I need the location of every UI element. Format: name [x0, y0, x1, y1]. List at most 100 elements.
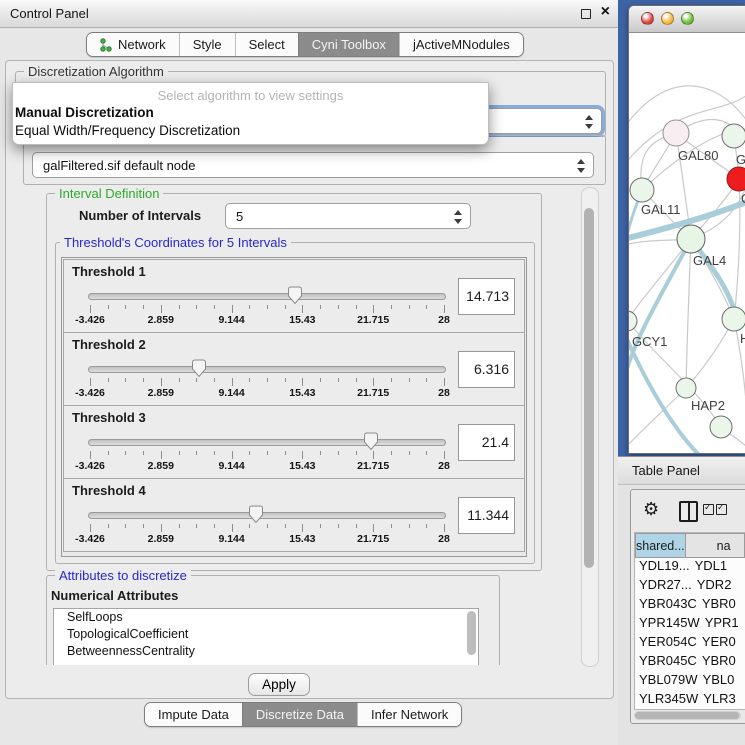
- column-header-na[interactable]: na: [686, 533, 745, 558]
- threshold-slider[interactable]: -3.4262.8599.14415.4321.71528: [88, 505, 446, 549]
- slider-track[interactable]: [88, 293, 446, 300]
- scrollbar-thumb[interactable]: [635, 712, 739, 719]
- attribute-item-selfloops[interactable]: SelfLoops: [54, 609, 478, 626]
- table-cell[interactable]: YDR27...: [635, 577, 692, 596]
- minimize-traffic-light-icon[interactable]: [661, 12, 674, 25]
- columns-icon[interactable]: [679, 501, 698, 522]
- tick-mark: [285, 524, 286, 528]
- table-row[interactable]: YER054CYER0: [635, 634, 745, 653]
- zoom-traffic-light-icon[interactable]: [681, 12, 694, 25]
- tick-mark: [214, 524, 215, 528]
- table-cell[interactable]: YPR1: [700, 615, 745, 634]
- threshold-value-field[interactable]: 14.713: [458, 278, 515, 315]
- table-cell[interactable]: YDR2: [692, 577, 745, 596]
- table-cell[interactable]: YBL079W: [635, 672, 698, 691]
- table-row[interactable]: YDR27...YDR2: [635, 577, 745, 596]
- scale-label: 21.715: [357, 387, 389, 399]
- tick-mark: [90, 305, 91, 313]
- slider-track[interactable]: [88, 512, 446, 519]
- popup-item-manual-discretization[interactable]: Manual Discretization: [15, 104, 486, 122]
- network-node[interactable]: [676, 378, 696, 398]
- table-cell[interactable]: YBR043C: [635, 596, 697, 615]
- table-cell[interactable]: YLR345W: [635, 691, 698, 710]
- table-cell[interactable]: YDL1: [690, 558, 745, 577]
- slider-track[interactable]: [88, 439, 446, 446]
- horizontal-scrollbar[interactable]: [634, 711, 741, 720]
- tab-select[interactable]: Select: [235, 33, 298, 56]
- table-data-combo[interactable]: galFiltered.sif default node: [32, 152, 594, 178]
- network-canvas[interactable]: GAL80GACGAL11GAL4GCY1HHAP2: [629, 33, 745, 454]
- table-row[interactable]: YBR045CYBR0: [635, 653, 745, 672]
- network-edge: [629, 86, 745, 128]
- threshold-value-field[interactable]: 21.4: [458, 424, 515, 461]
- close-traffic-light-icon[interactable]: [641, 12, 654, 25]
- network-node[interactable]: [663, 120, 689, 146]
- tab-cyni-toolbox[interactable]: Cyni Toolbox: [298, 33, 399, 56]
- column-header-shared[interactable]: shared...: [635, 533, 686, 558]
- tick-mark: [338, 451, 339, 455]
- popup-item-equal-width-frequency-discretization[interactable]: Equal Width/Frequency Discretization: [15, 122, 486, 140]
- table-cell[interactable]: YER054C: [635, 634, 697, 653]
- group-title-interval: Interval Definition: [55, 187, 163, 201]
- slider-track[interactable]: [88, 366, 446, 373]
- table-row[interactable]: YPR145WYPR1: [635, 615, 745, 634]
- slider-thumb[interactable]: [248, 505, 264, 524]
- attribute-item-betweennesscentrality[interactable]: BetweennessCentrality: [54, 643, 478, 660]
- table-cell[interactable]: YER0: [697, 634, 745, 653]
- list-scrollbar[interactable]: [467, 611, 476, 655]
- top-tab-bar: NetworkStyleSelectCyni ToolboxjActiveMNo…: [86, 32, 524, 57]
- tick-mark: [143, 378, 144, 382]
- network-edge: [629, 239, 691, 375]
- network-node[interactable]: [722, 124, 745, 148]
- slider-thumb[interactable]: [363, 432, 379, 451]
- table-cell[interactable]: YBL0: [698, 672, 745, 691]
- table-row[interactable]: YBL079WYBL0: [635, 672, 745, 691]
- float-window-icon[interactable]: [581, 9, 591, 19]
- network-node[interactable]: [722, 307, 745, 331]
- threshold-slider[interactable]: -3.4262.8599.14415.4321.71528: [88, 432, 446, 476]
- popup-hint-text: Select algorithm to view settings: [13, 88, 488, 103]
- network-node[interactable]: [630, 178, 654, 202]
- table-row[interactable]: YBR043CYBR0: [635, 596, 745, 615]
- threshold-slider[interactable]: -3.4262.8599.14415.4321.71528: [88, 286, 446, 330]
- table-cell[interactable]: YLR3: [698, 691, 745, 710]
- slider-thumb[interactable]: [287, 286, 303, 305]
- network-node[interactable]: [727, 167, 745, 191]
- table-row[interactable]: YLR345WYLR3: [635, 691, 745, 710]
- table-cell[interactable]: YBR0: [697, 596, 745, 615]
- tab-network[interactable]: Network: [87, 33, 179, 56]
- table-cell[interactable]: YBR045C: [635, 653, 697, 672]
- tick-mark: [214, 378, 215, 382]
- network-node[interactable]: [710, 416, 732, 438]
- vertical-scrollbar[interactable]: [581, 187, 599, 667]
- table-cell[interactable]: YDL19...: [635, 558, 690, 577]
- table-cell[interactable]: YBR0: [697, 653, 745, 672]
- number-of-intervals-value: 5: [236, 209, 243, 224]
- numerical-attributes-label: Numerical Attributes: [51, 588, 178, 603]
- control-panel-titlebar: Control Panel ×: [0, 0, 618, 28]
- slider-thumb[interactable]: [191, 359, 207, 378]
- checkbox-icon[interactable]: [703, 504, 714, 515]
- tab-jactivemnodules[interactable]: jActiveMNodules: [399, 33, 523, 56]
- number-of-intervals-combo[interactable]: 5: [225, 203, 471, 229]
- tick-mark: [161, 524, 162, 532]
- threshold-value-field[interactable]: 11.344: [458, 497, 515, 534]
- table-cell[interactable]: YPR145W: [635, 615, 700, 634]
- threshold-value-field[interactable]: 6.316: [458, 351, 515, 388]
- slider-ticks: [90, 378, 444, 386]
- tab-infer-network[interactable]: Infer Network: [357, 703, 461, 726]
- tab-impute-data[interactable]: Impute Data: [145, 703, 242, 726]
- gear-icon[interactable]: ⚙: [643, 499, 659, 520]
- apply-button[interactable]: Apply: [248, 673, 310, 696]
- network-node[interactable]: [677, 225, 705, 253]
- close-window-icon[interactable]: ×: [601, 3, 610, 21]
- tab-discretize-data[interactable]: Discretize Data: [242, 703, 357, 726]
- threshold-cards-panel: Threshold 1-3.4262.8599.14415.4321.71528…: [61, 257, 527, 557]
- attribute-item-topologicalcoefficient[interactable]: TopologicalCoefficient: [54, 626, 478, 643]
- network-node[interactable]: [629, 311, 637, 331]
- table-row[interactable]: YDL19...YDL1: [635, 558, 745, 577]
- tab-style[interactable]: Style: [179, 33, 235, 56]
- scrollbar-thumb[interactable]: [584, 208, 594, 568]
- checkbox-icon[interactable]: [716, 504, 727, 515]
- threshold-slider[interactable]: -3.4262.8599.14415.4321.71528: [88, 359, 446, 403]
